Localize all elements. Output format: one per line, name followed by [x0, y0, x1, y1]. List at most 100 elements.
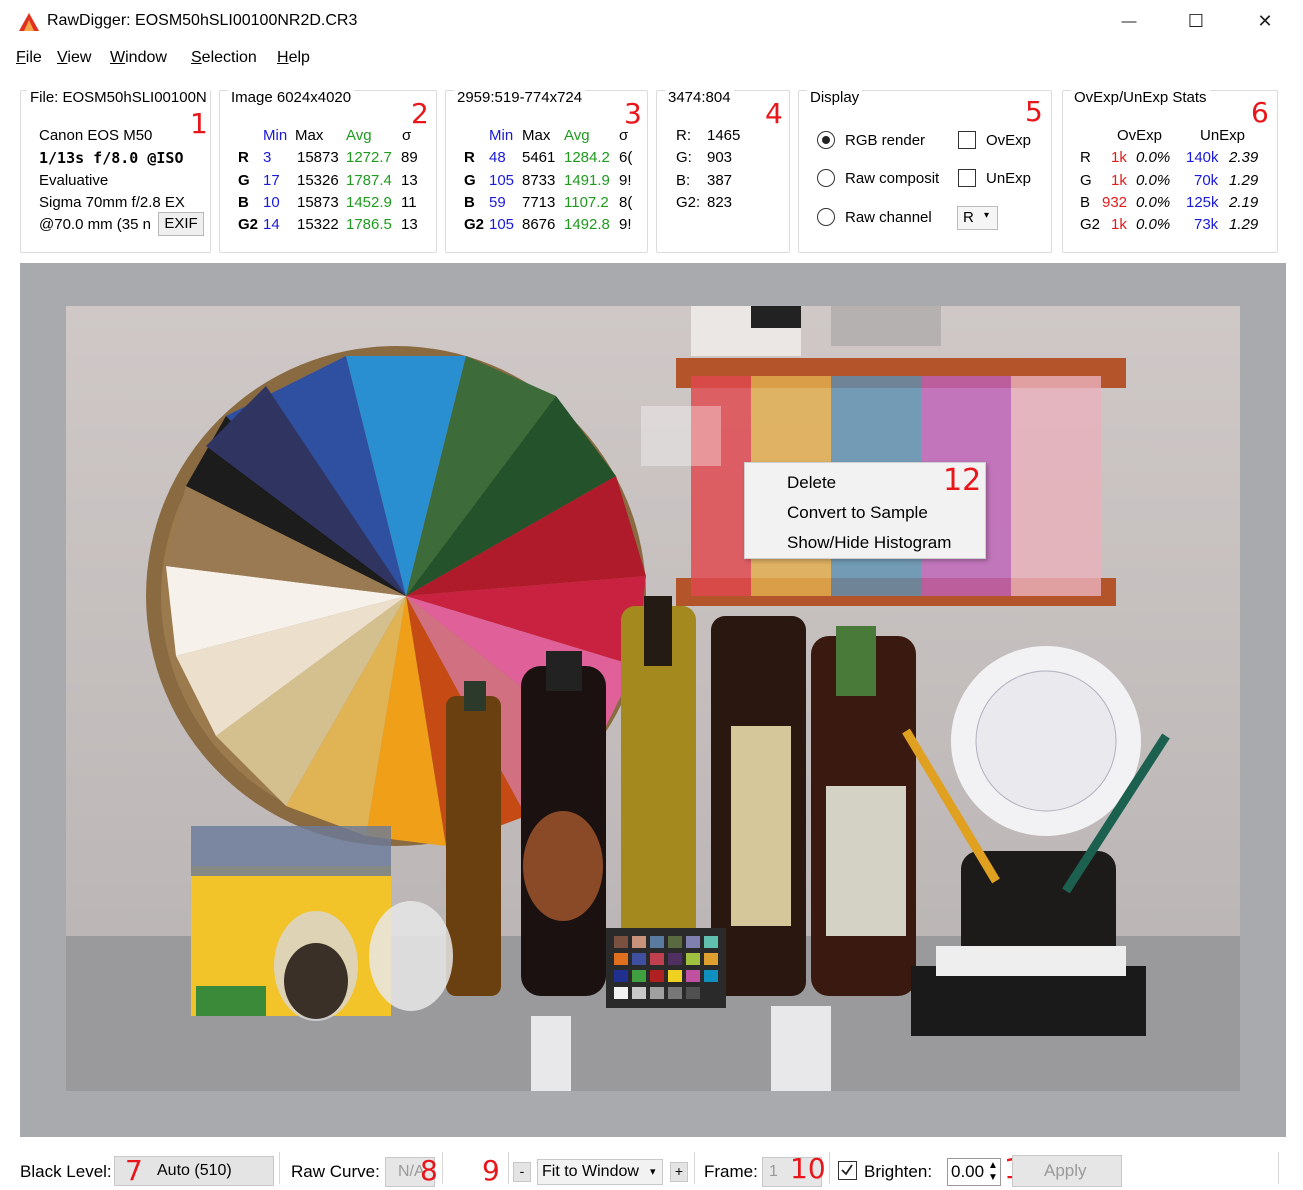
stats-row-unexp: 125k [1186, 194, 1219, 211]
raw-composite-label[interactable]: Raw composit [845, 170, 951, 187]
separator [508, 1152, 509, 1184]
image-row-max: 15873 [297, 194, 339, 211]
raw-composite-radio[interactable] [817, 169, 835, 187]
ovexp-checkbox[interactable] [958, 131, 976, 149]
badge-3: 3 [624, 97, 642, 130]
badge-10: 10 [790, 1152, 826, 1185]
stats-row-unexp: 73k [1194, 216, 1219, 233]
stats-panel-title: OvExp/UnExp Stats [1071, 89, 1210, 106]
frame-label: Frame: [704, 1162, 758, 1181]
selection-header-avg: Avg [564, 127, 590, 144]
selection-row-channel: B [464, 194, 475, 211]
chevron-down-icon: ▾ [650, 1166, 656, 1178]
apply-button[interactable]: Apply [1012, 1155, 1122, 1187]
badge-4: 4 [765, 97, 783, 130]
brighten-spinner[interactable]: 0.00 ▲ ▼ [947, 1158, 1001, 1186]
image-row-sigma: 11 [401, 194, 417, 211]
stats-row-unexp: 140k [1186, 149, 1219, 166]
image-row-sigma: 13 [401, 172, 418, 189]
brighten-checkbox[interactable] [838, 1161, 857, 1180]
badge-7: 7 [125, 1154, 143, 1187]
separator [829, 1152, 830, 1184]
menu-file[interactable]: File [16, 49, 42, 67]
zoom-dropdown[interactable]: Fit to Window ▾ [537, 1159, 663, 1185]
image-row-max: 15873 [297, 149, 339, 166]
exif-button[interactable]: EXIF [158, 212, 204, 236]
apply-label: Apply [1044, 1161, 1087, 1180]
spinner-arrows-icon[interactable]: ▲ ▼ [988, 1160, 998, 1184]
file-panel-title: File: EOSM50hSLI00100N [27, 89, 210, 106]
display-panel-title: Display [807, 89, 863, 106]
stats-row-ovexp-pct: 0.0% [1136, 194, 1171, 211]
selection-row-min: 105 [489, 216, 515, 233]
window-title: RawDigger: EOSM50hSLI00100NR2D.CR3 [47, 12, 358, 29]
zoom-out-button[interactable]: - [513, 1162, 531, 1182]
maximize-button[interactable]: ☐ [1173, 6, 1219, 36]
unexp-checkbox[interactable] [958, 169, 976, 187]
badge-5: 5 [1025, 95, 1043, 128]
menu-item-convert-to-sample[interactable]: Convert to Sample [787, 503, 928, 523]
stats-row-ovexp: 932 [1102, 194, 1128, 211]
raw-channel-dropdown[interactable]: R ▾ [957, 206, 998, 230]
image-row-min: 10 [263, 194, 280, 211]
image-row-channel: G2 [238, 216, 259, 233]
selection-row-max: 8676 [522, 216, 556, 233]
selection-row-sigma: 6( [619, 149, 633, 166]
image-row-min: 17 [263, 172, 280, 189]
raw-photo-preview[interactable] [66, 306, 1240, 1091]
minimize-icon: — [1121, 12, 1137, 30]
separator [694, 1152, 695, 1184]
unexp-label[interactable]: UnExp [986, 170, 1031, 187]
selection-row-channel: G [464, 172, 476, 189]
still-life-photo [66, 306, 1240, 1091]
point-value: 903 [707, 149, 733, 166]
ovexp-label[interactable]: OvExp [986, 132, 1031, 149]
selection-row-channel: G2 [464, 216, 485, 233]
stats-row-ovexp-pct: 0.0% [1136, 216, 1171, 233]
image-row-sigma: 89 [401, 149, 418, 166]
menu-help[interactable]: Help [277, 49, 310, 67]
raw-channel-radio[interactable] [817, 208, 835, 226]
menu-view[interactable]: View [57, 49, 91, 67]
raw-channel-value: R [963, 209, 974, 226]
point-label: B: [676, 172, 691, 189]
stats-row-ovexp-pct: 0.0% [1136, 172, 1171, 189]
rgb-render-label[interactable]: RGB render [845, 132, 925, 149]
selection-panel-title: 2959:519-774x724 [454, 89, 586, 106]
menu-item-delete[interactable]: Delete [787, 473, 836, 493]
frame-value: 1 [769, 1163, 778, 1180]
badge-6: 6 [1251, 96, 1269, 129]
image-header-max: Max [295, 127, 324, 144]
zoom-in-button[interactable]: + [670, 1162, 688, 1182]
stats-row-ovexp: 1k [1111, 216, 1127, 233]
selection-row-avg: 1284.2 [564, 149, 610, 166]
minimize-button[interactable]: — [1106, 6, 1152, 36]
selection-row-sigma: 9! [619, 216, 632, 233]
image-row-avg: 1452.9 [346, 194, 392, 211]
brighten-value: 0.00 [951, 1162, 985, 1181]
stats-header-unexp: UnExp [1200, 127, 1246, 144]
maximize-icon: ☐ [1187, 10, 1205, 31]
exposure-info: 1/13s f/8.0 @ISO [39, 149, 184, 167]
close-button[interactable]: ✕ [1242, 6, 1288, 36]
rgb-render-radio[interactable] [817, 131, 835, 149]
zoom-value: Fit to Window [542, 1163, 639, 1180]
close-icon: ✕ [1257, 10, 1273, 31]
stats-row-channel: B [1080, 194, 1091, 211]
image-row-avg: 1272.7 [346, 149, 392, 166]
menu-window[interactable]: Window [110, 49, 167, 67]
separator [279, 1152, 280, 1184]
raw-channel-label[interactable]: Raw channel [845, 209, 932, 226]
title-bar: RawDigger: EOSM50hSLI00100NR2D.CR3 — ☐ ✕ [0, 0, 1303, 44]
badge-12: 12 [943, 463, 982, 498]
badge-9: 9 [482, 1154, 500, 1187]
menu-selection[interactable]: Selection [191, 49, 257, 67]
selection-row-max: 5461 [522, 149, 556, 166]
image-row-max: 15322 [297, 216, 339, 233]
stats-row-channel: G2 [1080, 216, 1101, 233]
point-value: 1465 [707, 127, 741, 144]
selection-row-max: 8733 [522, 172, 556, 189]
brighten-label: Brighten: [864, 1162, 933, 1181]
image-header-avg: Avg [346, 127, 372, 144]
menu-item-show-hide-histogram[interactable]: Show/Hide Histogram [787, 533, 951, 553]
